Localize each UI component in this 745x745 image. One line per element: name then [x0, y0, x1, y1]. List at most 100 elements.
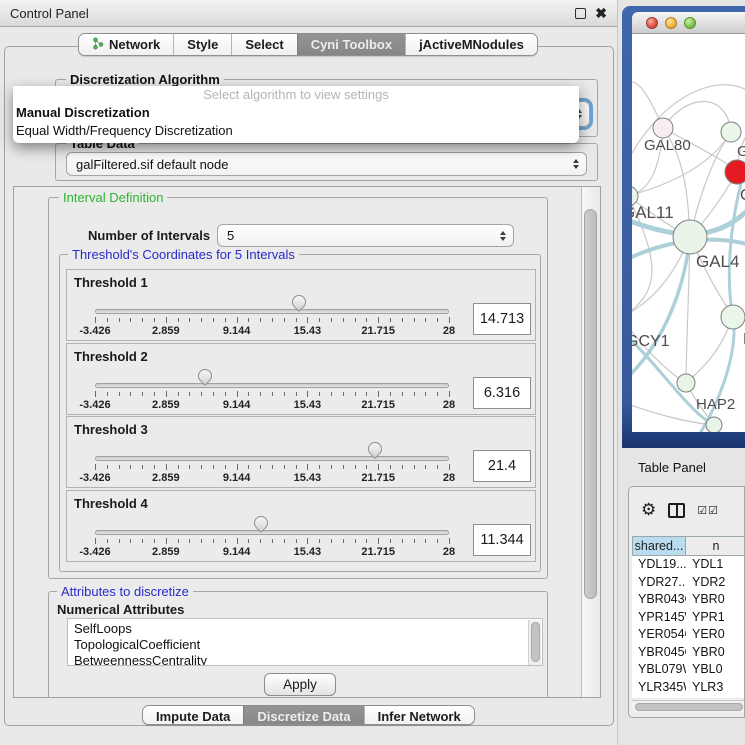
- table-toolbar: ⚙ ☑☑: [629, 497, 744, 523]
- settings-scrollbar[interactable]: [581, 187, 600, 697]
- tab-label: Style: [187, 37, 218, 52]
- attribute-item-selfloops[interactable]: SelfLoops: [74, 621, 542, 637]
- cell-name[interactable]: YDL1: [686, 556, 745, 574]
- cell-shared-name[interactable]: YPR145W: [632, 609, 686, 627]
- tick-mark: [95, 317, 96, 323]
- cell-name[interactable]: YER0: [686, 626, 745, 644]
- column-header-name[interactable]: n: [686, 537, 745, 555]
- table-row[interactable]: YER054CYER0: [632, 626, 745, 644]
- table-row[interactable]: YDR27...YDR2: [632, 574, 745, 592]
- tick-mark: [107, 465, 108, 469]
- close-button[interactable]: [646, 17, 658, 29]
- tick-mark: [414, 392, 415, 396]
- attribute-item-betweennesscentrality[interactable]: BetweennessCentrality: [74, 653, 542, 666]
- bottom-tab-discretize-data[interactable]: Discretize Data: [243, 706, 363, 725]
- network-graph[interactable]: GAL80GACGAL11GAL4GCY1HHAP2: [632, 34, 745, 432]
- cell-shared-name[interactable]: YBL079W: [632, 661, 686, 679]
- table-hscroll-thumb[interactable]: [635, 703, 743, 711]
- table-row[interactable]: YBL079WYBL0: [632, 661, 745, 679]
- tick-mark: [119, 318, 120, 322]
- tab-label: jActiveMNodules: [419, 37, 524, 52]
- cell-shared-name[interactable]: YBR043C: [632, 591, 686, 609]
- table-row[interactable]: YBR043CYBR0: [632, 591, 745, 609]
- tab-network[interactable]: Network: [79, 34, 173, 55]
- tick-mark: [119, 465, 120, 469]
- slider-track[interactable]: [95, 383, 449, 388]
- threshold-value-field[interactable]: 14.713: [473, 303, 531, 335]
- algorithm-group-label: Discretization Algorithm: [66, 72, 224, 87]
- network-node-ga[interactable]: [721, 122, 741, 142]
- bottom-tab-infer-network[interactable]: Infer Network: [364, 706, 474, 725]
- network-node[interactable]: [706, 417, 722, 432]
- tick-mark: [307, 464, 308, 470]
- threshold-value-field[interactable]: 21.4: [473, 450, 531, 482]
- tab-select[interactable]: Select: [231, 34, 296, 55]
- select-columns-icon[interactable]: ☑☑: [697, 504, 719, 517]
- table-row[interactable]: YLR345WYLR3: [632, 679, 745, 697]
- network-window-titlebar[interactable]: [632, 12, 745, 34]
- tick-mark: [355, 318, 356, 322]
- network-canvas[interactable]: GAL80GACGAL11GAL4GCY1HHAP2: [632, 34, 745, 432]
- slider-track[interactable]: [95, 456, 449, 461]
- table-row[interactable]: YPR145WYPR1: [632, 609, 745, 627]
- cell-name[interactable]: YPR1: [686, 609, 745, 627]
- network-node-h[interactable]: [721, 305, 745, 329]
- tab-jactivemnodules[interactable]: jActiveMNodules: [405, 34, 537, 55]
- number-of-intervals-combobox[interactable]: 5: [217, 224, 514, 247]
- table-row[interactable]: YIL052CYIL0: [632, 696, 745, 698]
- cell-shared-name[interactable]: YIL052C: [632, 696, 686, 698]
- algorithm-placeholder-option[interactable]: Select algorithm to view settings: [13, 86, 579, 104]
- cell-shared-name[interactable]: YBR045C: [632, 644, 686, 662]
- table-data-combobox[interactable]: galFiltered.sif default node: [66, 152, 587, 176]
- cell-name[interactable]: YBL0: [686, 661, 745, 679]
- zoom-button[interactable]: [684, 17, 696, 29]
- cell-name[interactable]: YBR0: [686, 591, 745, 609]
- tick-mark: [355, 539, 356, 543]
- cell-name[interactable]: YBR0: [686, 644, 745, 662]
- attribute-item-topologicalcoefficient[interactable]: TopologicalCoefficient: [74, 637, 542, 653]
- settings-scrollbar-thumb[interactable]: [584, 209, 597, 599]
- node-label: GAL80: [644, 137, 691, 154]
- gear-icon[interactable]: ⚙: [641, 500, 656, 520]
- numerical-attributes-list[interactable]: SelfLoopsTopologicalCoefficientBetweenne…: [67, 618, 543, 666]
- tab-style[interactable]: Style: [173, 34, 231, 55]
- tick-mark: [248, 318, 249, 322]
- close-icon[interactable]: ✖: [595, 8, 607, 19]
- list-scrollbar[interactable]: [528, 620, 541, 666]
- float-window-icon[interactable]: [575, 8, 586, 19]
- cell-shared-name[interactable]: YDR27...: [632, 574, 686, 592]
- minimize-button[interactable]: [665, 17, 677, 29]
- cell-shared-name[interactable]: YER054C: [632, 626, 686, 644]
- network-node-gal4[interactable]: [673, 220, 707, 254]
- algorithm-option-equal-width-frequency-discretization[interactable]: Equal Width/Frequency Discretization: [13, 122, 579, 140]
- threshold-panel-1: Threshold 1 -3.4262.8599.14415.4321.7152…: [66, 269, 536, 341]
- tick-mark: [272, 465, 273, 469]
- cell-name[interactable]: YIL0: [686, 696, 745, 698]
- network-node-c[interactable]: [725, 160, 745, 184]
- cell-name[interactable]: YLR3: [686, 679, 745, 697]
- cell-shared-name[interactable]: YDL19...: [632, 556, 686, 574]
- network-node-hap2[interactable]: [677, 374, 695, 392]
- table-horizontal-scrollbar[interactable]: [632, 700, 745, 712]
- tick-mark: [260, 392, 261, 396]
- table-row[interactable]: YBR045CYBR0: [632, 644, 745, 662]
- algorithm-option-manual-discretization[interactable]: Manual Discretization: [13, 104, 579, 122]
- columns-icon[interactable]: [668, 503, 685, 518]
- tick-mark: [296, 392, 297, 396]
- table-row[interactable]: YDL19...YDL1: [632, 556, 745, 574]
- slider-track[interactable]: [95, 530, 449, 535]
- list-scrollbar-thumb[interactable]: [531, 622, 540, 662]
- control-panel-title: Control Panel: [10, 6, 89, 21]
- tab-cyni-toolbox[interactable]: Cyni Toolbox: [297, 34, 405, 55]
- bottom-tab-impute-data[interactable]: Impute Data: [143, 706, 243, 725]
- cell-shared-name[interactable]: YLR345W: [632, 679, 686, 697]
- column-header-shared-name[interactable]: shared...: [633, 537, 686, 555]
- tick-mark: [425, 318, 426, 322]
- slider-track[interactable]: [95, 309, 449, 314]
- tick-mark: [402, 392, 403, 396]
- threshold-value-field[interactable]: 6.316: [473, 377, 531, 409]
- apply-button[interactable]: Apply: [264, 673, 336, 696]
- network-node-gal80[interactable]: [653, 118, 673, 138]
- threshold-value-field[interactable]: 11.344: [473, 524, 531, 556]
- cell-name[interactable]: YDR2: [686, 574, 745, 592]
